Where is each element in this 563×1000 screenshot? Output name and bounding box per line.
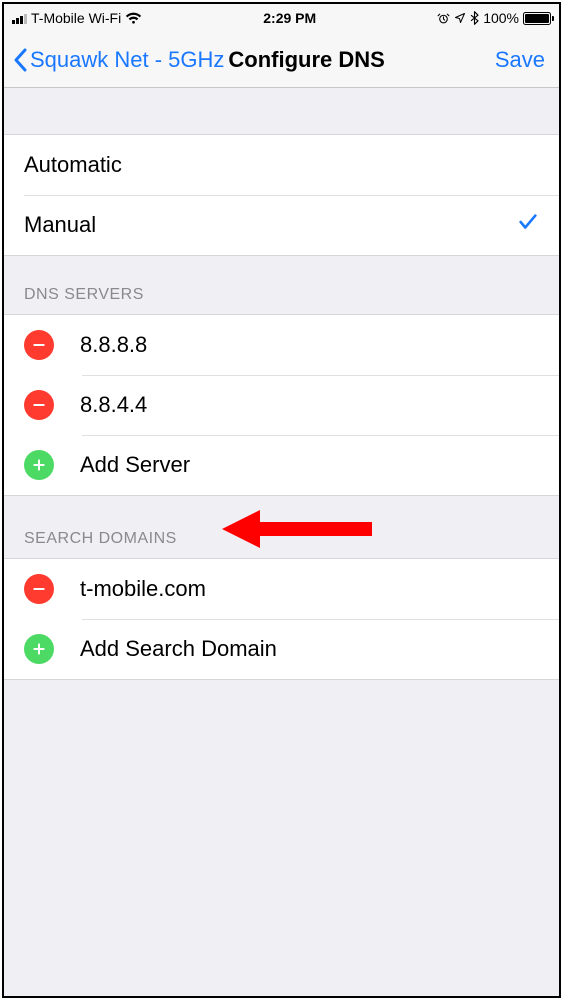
alarm-icon xyxy=(437,12,450,25)
status-bar: T-Mobile Wi-Fi 2:29 PM 100% xyxy=(4,4,559,32)
navigation-bar: Squawk Net - 5GHz Configure DNS Save xyxy=(4,32,559,88)
add-icon[interactable] xyxy=(24,634,54,664)
mode-group: Automatic Manual xyxy=(4,134,559,256)
battery-icon xyxy=(523,12,551,25)
remove-icon[interactable] xyxy=(24,330,54,360)
chevron-left-icon xyxy=(12,48,28,72)
remove-icon[interactable] xyxy=(24,574,54,604)
mode-automatic-label: Automatic xyxy=(24,152,122,178)
dns-server-row[interactable]: 8.8.4.4 xyxy=(4,375,559,435)
battery-percent: 100% xyxy=(483,10,519,26)
remove-icon[interactable] xyxy=(24,390,54,420)
dns-servers-header: DNS SERVERS xyxy=(4,256,559,314)
bluetooth-icon xyxy=(470,11,479,25)
wifi-icon xyxy=(125,12,142,25)
dns-server-value: 8.8.4.4 xyxy=(80,392,147,418)
add-dns-server-row[interactable]: Add Server xyxy=(4,435,559,495)
cellular-signal-icon xyxy=(12,12,27,24)
add-search-domain-row[interactable]: Add Search Domain xyxy=(4,619,559,679)
back-label: Squawk Net - 5GHz xyxy=(30,47,224,73)
add-icon[interactable] xyxy=(24,450,54,480)
search-domain-row[interactable]: t-mobile.com xyxy=(4,559,559,619)
search-domains-group: t-mobile.com Add Search Domain xyxy=(4,558,559,680)
dns-server-row[interactable]: 8.8.8.8 xyxy=(4,315,559,375)
mode-manual-row[interactable]: Manual xyxy=(4,195,559,255)
mode-automatic-row[interactable]: Automatic xyxy=(4,135,559,195)
checkmark-icon xyxy=(517,211,539,239)
add-search-domain-label: Add Search Domain xyxy=(80,636,277,662)
dns-server-value: 8.8.8.8 xyxy=(80,332,147,358)
mode-manual-label: Manual xyxy=(24,212,96,238)
clock-label: 2:29 PM xyxy=(263,10,316,26)
add-dns-server-label: Add Server xyxy=(80,452,190,478)
location-icon xyxy=(454,12,466,24)
page-title: Configure DNS xyxy=(228,47,384,73)
dns-servers-group: 8.8.8.8 8.8.4.4 Add Server xyxy=(4,314,559,496)
search-domain-value: t-mobile.com xyxy=(80,576,206,602)
search-domains-header: SEARCH DOMAINS xyxy=(4,496,559,558)
save-button[interactable]: Save xyxy=(495,47,551,73)
back-button[interactable]: Squawk Net - 5GHz xyxy=(12,47,224,73)
carrier-label: T-Mobile Wi-Fi xyxy=(31,10,121,26)
